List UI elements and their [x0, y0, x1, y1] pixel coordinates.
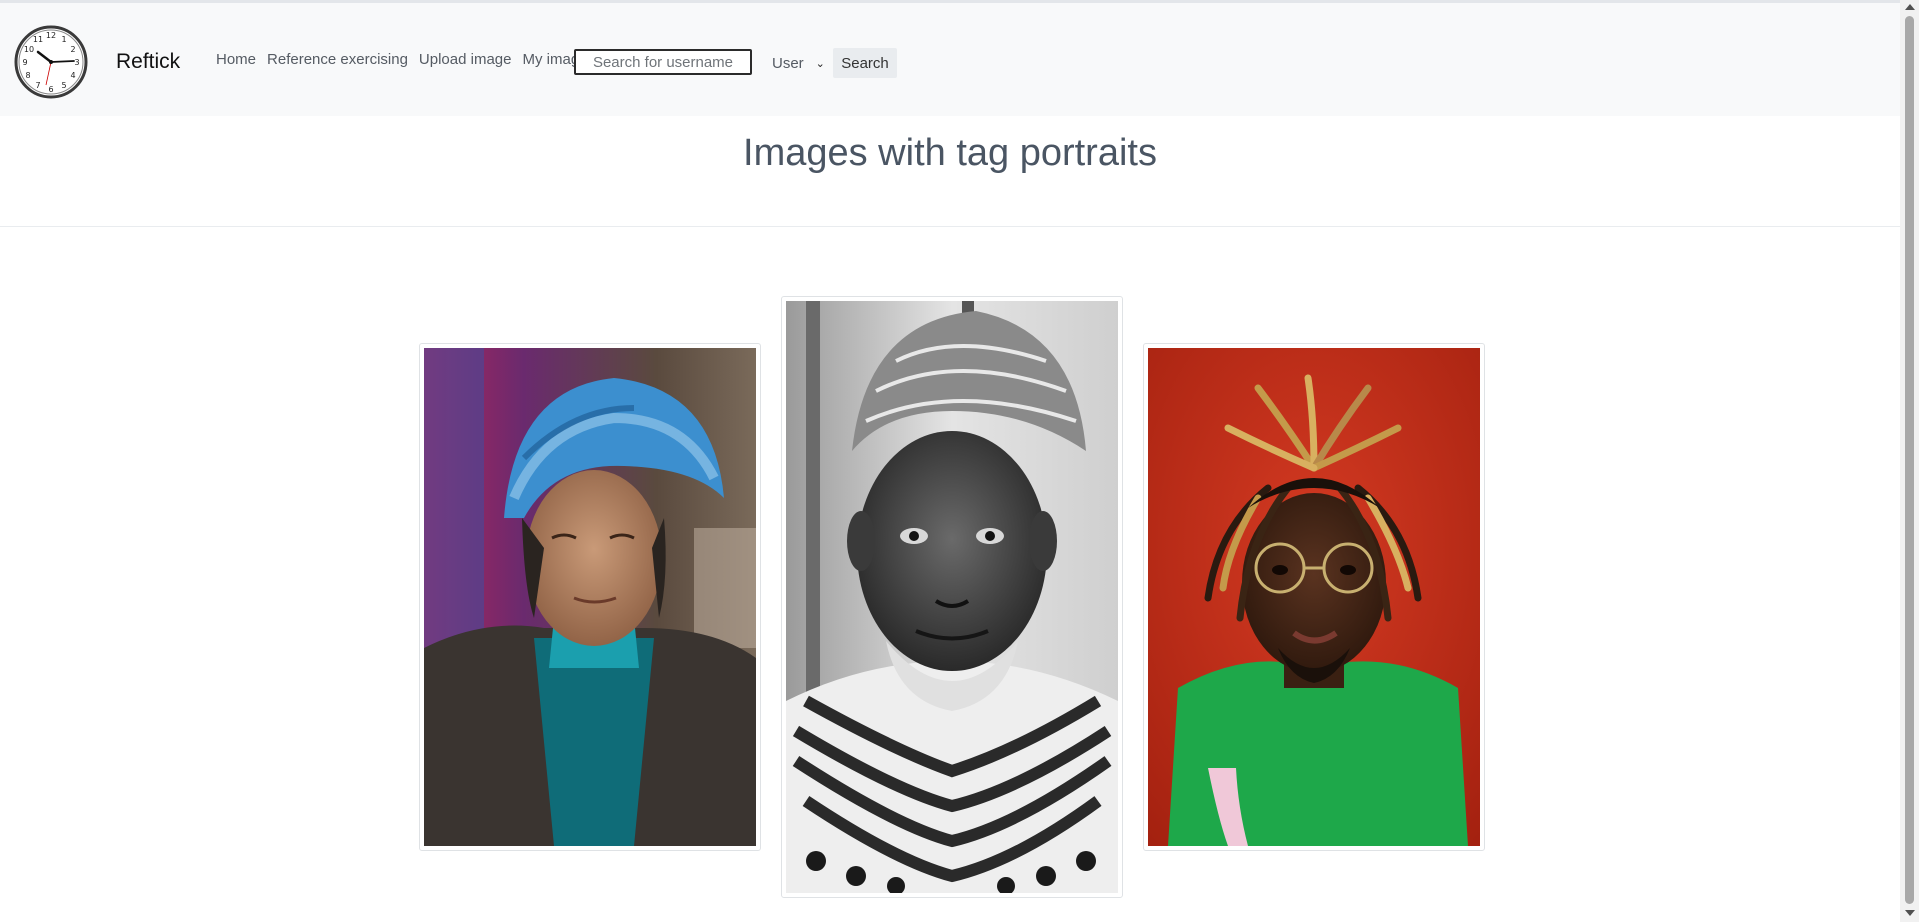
svg-text:3: 3 — [74, 58, 79, 67]
portrait-image-2[interactable] — [781, 296, 1123, 898]
scroll-down-arrow-icon[interactable] — [1905, 910, 1915, 916]
svg-text:5: 5 — [61, 81, 66, 90]
clock-icon[interactable]: 12 1 2 3 4 5 6 7 8 9 10 11 — [14, 25, 88, 99]
svg-text:10: 10 — [24, 45, 34, 54]
svg-text:12: 12 — [46, 31, 56, 40]
brand-name[interactable]: Reftick — [116, 50, 180, 74]
nav-link-reference-exercising[interactable]: Reference exercising — [267, 51, 408, 68]
chevron-down-icon: ⌄ — [815, 57, 825, 70]
scroll-up-arrow-icon[interactable] — [1905, 4, 1915, 10]
search-type-select[interactable]: User ⌄ — [760, 50, 828, 76]
nav-link-upload-image[interactable]: Upload image — [419, 51, 512, 68]
navbar: 12 1 2 3 4 5 6 7 8 9 10 11 Reftick Home … — [0, 3, 1900, 116]
page-title: Images with tag portraits — [743, 132, 1157, 174]
svg-text:6: 6 — [48, 85, 53, 94]
svg-text:8: 8 — [25, 71, 30, 80]
svg-text:4: 4 — [70, 71, 75, 80]
portrait-image-3[interactable] — [1143, 343, 1485, 851]
username-search-input[interactable] — [574, 49, 752, 75]
portrait-man-striped-scarf — [786, 301, 1118, 893]
svg-text:9: 9 — [22, 58, 27, 67]
search-button[interactable]: Search — [833, 48, 897, 78]
search-type-value: User — [772, 54, 804, 72]
svg-text:2: 2 — [70, 45, 75, 54]
header-divider — [0, 226, 1900, 227]
page: 12 1 2 3 4 5 6 7 8 9 10 11 Reftick Home … — [0, 0, 1919, 922]
svg-text:1: 1 — [61, 35, 66, 44]
scrollbar-thumb[interactable] — [1905, 16, 1914, 904]
portrait-image-1[interactable] — [419, 343, 761, 851]
portrait-man-red-background — [1148, 348, 1480, 846]
svg-text:11: 11 — [33, 35, 43, 44]
svg-text:7: 7 — [35, 81, 40, 90]
nav-links: Home Reference exercising Upload image M… — [216, 51, 606, 68]
portrait-woman-blue-headscarf — [424, 348, 756, 846]
nav-link-home[interactable]: Home — [216, 51, 256, 68]
